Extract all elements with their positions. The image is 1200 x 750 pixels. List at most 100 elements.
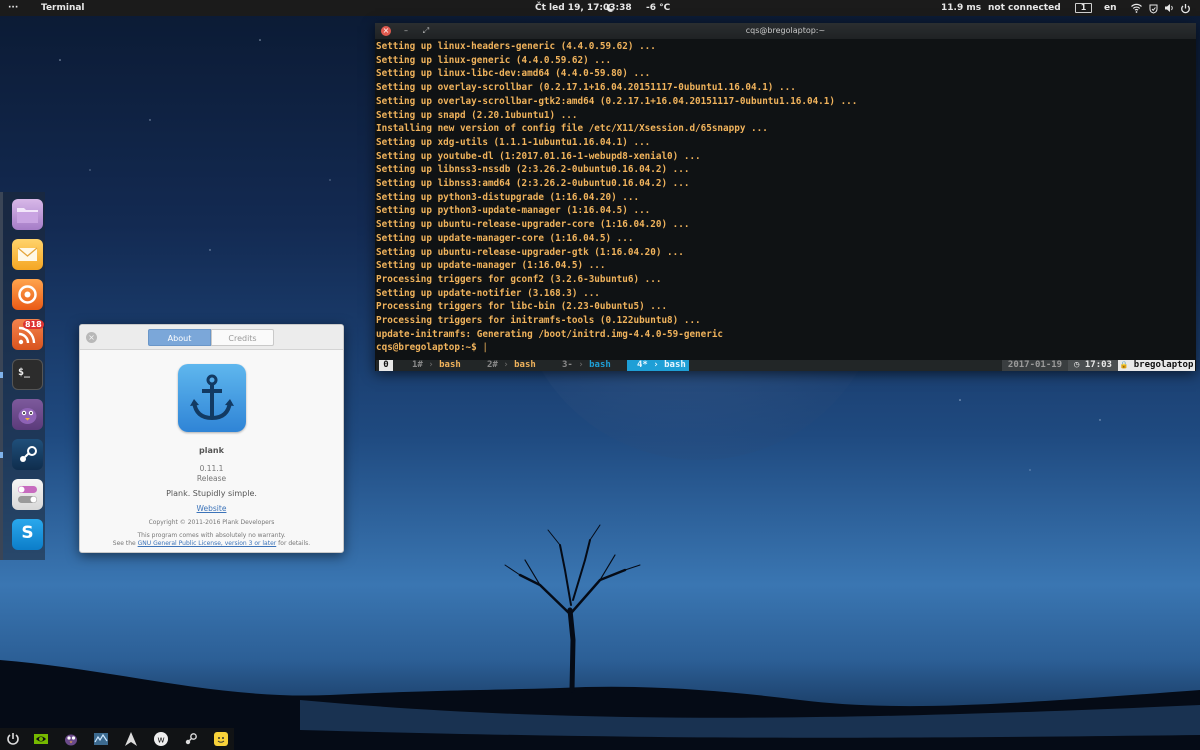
running-indicator <box>0 452 3 458</box>
tree-silhouette <box>504 524 641 693</box>
tmux-time: ◷ 17:03 <box>1068 360 1118 371</box>
terminal-output[interactable]: Setting up linux-headers-generic (4.4.0.… <box>376 40 1195 360</box>
app-version: 0.11.1 <box>199 464 224 473</box>
tmux-window-3[interactable]: 3- › bash <box>546 360 611 371</box>
dock-item-terminal[interactable]: $_ <box>12 359 43 390</box>
terminal-line: Setting up python3-distupgrade (1:16.04.… <box>376 191 640 203</box>
active-app-name[interactable]: Terminal <box>41 2 85 14</box>
terminal-line: Setting up libnss3:amd64 (2:3.26.2-0ubun… <box>376 178 690 190</box>
terminal-line: Setting up update-notifier (3.168.3) ... <box>376 287 600 299</box>
tmux-time-value: 17:03 <box>1084 360 1112 370</box>
tmux-session[interactable]: 0 <box>379 360 393 371</box>
tmux-window-2[interactable]: 2# › bash <box>471 360 536 371</box>
dock-item-firefox[interactable] <box>12 279 43 310</box>
maximize-icon: ⤢ <box>422 26 430 35</box>
close-button[interactable]: × <box>381 26 391 36</box>
weather-temperature[interactable]: -6 °C <box>646 2 670 14</box>
terminal-titlebar[interactable]: × – ⤢ cqs@bregolaptop:~ <box>375 23 1196 39</box>
website-link[interactable]: Website <box>80 504 343 513</box>
plank-dock: 818 $_ S <box>0 192 45 560</box>
notes-icon[interactable] <box>213 731 229 747</box>
folder-icon <box>17 208 38 223</box>
tmux-window-index: 1# <box>412 360 423 370</box>
app-tagline: Plank. Stupidly simple. <box>166 489 257 498</box>
dock-item-skype[interactable]: S <box>12 519 43 550</box>
steam-tray-icon[interactable] <box>183 731 199 747</box>
dock-item-steam[interactable] <box>12 439 43 470</box>
text-cursor: | <box>482 342 488 354</box>
terminal-prompt: cqs@bregolaptop:~$ <box>376 342 483 354</box>
terminal-line: Setting up overlay-scrollbar-gtk2:amd64 … <box>376 95 858 107</box>
dialog-close-button[interactable]: × <box>86 332 97 343</box>
app-name: plank <box>199 446 224 455</box>
firefox-icon <box>18 285 37 304</box>
keyboard-layout[interactable]: en <box>1104 2 1117 14</box>
moon-weather-icon <box>606 3 614 12</box>
terminal-line: update-initramfs: Generating /boot/initr… <box>376 328 724 340</box>
tmux-date: 2017-01-19 <box>1002 360 1068 371</box>
terminal-line: Setting up linux-libc-dev:amd64 (4.4.0-5… <box>376 68 651 80</box>
terminal-line: Processing triggers for initramfs-tools … <box>376 315 701 327</box>
terminal-lines: Setting up linux-headers-generic (4.4.0.… <box>376 40 1195 341</box>
tmux-window-name: bash <box>589 360 611 370</box>
minimize-button[interactable]: – <box>401 26 411 36</box>
power-menu-icon[interactable] <box>1180 3 1191 14</box>
ping-indicator[interactable]: 11.9 ms <box>941 2 981 14</box>
tmux-status-bar: 0 1# › bash 2# › bash 3- › bash 4* › bas… <box>376 360 1195 371</box>
dock-item-settings[interactable] <box>12 479 43 510</box>
volume-icon[interactable] <box>1164 3 1175 13</box>
nvidia-icon[interactable] <box>33 731 49 747</box>
pidgin-icon <box>18 408 37 424</box>
tmux-window-index: 4* <box>637 360 648 370</box>
system-monitor-icon[interactable] <box>93 731 109 747</box>
anchor-icon <box>190 374 234 421</box>
network-status[interactable]: not connected <box>988 2 1061 14</box>
arch-like-icon[interactable] <box>123 731 139 747</box>
wifi-icon[interactable] <box>1131 3 1142 13</box>
tmux-window-index: 2# <box>487 360 498 370</box>
minimize-icon: – <box>404 26 408 35</box>
pidgin-tray-icon[interactable] <box>63 731 79 747</box>
tmux-host: 🔒 bregolaptop <box>1118 360 1195 371</box>
terminal-icon: $_ <box>18 367 31 378</box>
close-icon: × <box>382 26 390 35</box>
top-panel: ··· Terminal Čt led 19, 17:03:38 -6 °C 1… <box>0 0 1200 16</box>
workspace-number: 1 <box>1080 3 1087 12</box>
license-link[interactable]: GNU General Public License, version 3 or… <box>138 540 277 547</box>
running-indicator <box>0 372 3 378</box>
tmux-window-1[interactable]: 1# › bash <box>396 360 461 371</box>
terminal-prompt-line[interactable]: cqs@bregolaptop:~$ | <box>376 341 1195 355</box>
workspace-indicator[interactable]: 1 <box>1075 3 1092 13</box>
bottom-tray: w <box>0 728 234 750</box>
steam-icon <box>20 446 37 462</box>
panel-menu-button[interactable]: ··· <box>8 2 18 14</box>
dialog-header: × About Credits <box>80 325 343 350</box>
dock-item-pidgin[interactable] <box>12 399 43 430</box>
tab-about[interactable]: About <box>148 329 211 346</box>
clock-icon: ◷ <box>1074 360 1080 370</box>
terminal-line: Setting up libnss3-nssdb (2:3.26.2-0ubun… <box>376 164 690 176</box>
license-suffix: for details. <box>276 540 311 547</box>
tmux-host-name: bregolaptop <box>1133 360 1194 370</box>
dock-item-rss[interactable]: 818 <box>12 319 44 350</box>
wunderlist-icon[interactable]: w <box>153 731 169 747</box>
skype-icon: S <box>21 523 34 543</box>
vpn-icon[interactable] <box>1148 3 1159 14</box>
tmux-window-name: bash <box>664 360 686 370</box>
copyright: Copyright © 2011-2016 Plank Developers <box>148 519 275 526</box>
dock-item-mail[interactable] <box>12 239 43 270</box>
tab-credits[interactable]: Credits <box>211 329 274 346</box>
tmux-window-4-active[interactable]: 4* › bash <box>627 360 689 371</box>
terminal-line: Setting up ubuntu-release-upgrader-core … <box>376 219 690 231</box>
dock-item-files[interactable] <box>12 199 43 230</box>
clock[interactable]: Čt led 19, 17:03:38 <box>535 2 632 14</box>
toggles-icon <box>18 486 37 503</box>
license-details: See the GNU General Public License, vers… <box>80 540 343 547</box>
maximize-button[interactable]: ⤢ <box>421 26 431 36</box>
terminal-window[interactable]: × – ⤢ cqs@bregolaptop:~ Setting up linux… <box>375 23 1196 371</box>
terminal-line: Installing new version of config file /e… <box>376 123 768 135</box>
power-icon[interactable] <box>5 731 21 747</box>
license-prefix: See the <box>112 540 138 547</box>
terminal-line: Setting up snapd (2.20.1ubuntu1) ... <box>376 109 578 121</box>
terminal-line: Setting up python3-update-manager (1:16.… <box>376 205 651 217</box>
